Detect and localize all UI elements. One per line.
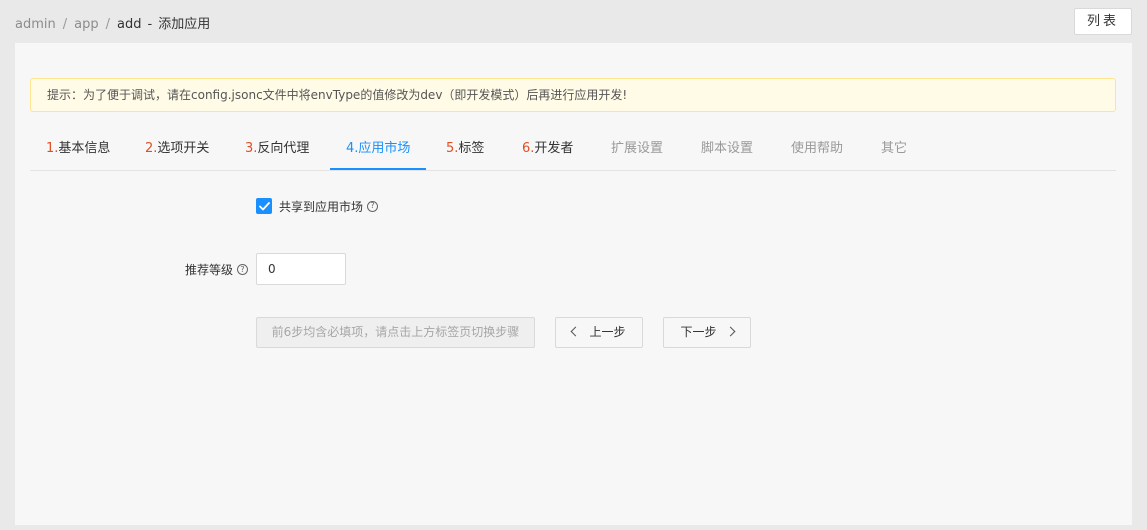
share-to-market-checkbox[interactable] xyxy=(256,198,272,214)
tab-reverse-proxy[interactable]: 3.反向代理 xyxy=(245,129,309,169)
recommend-level-label: 推荐等级 ? xyxy=(163,261,248,278)
tab-basic-info[interactable]: 1.基本信息 xyxy=(46,129,110,169)
question-circle-icon[interactable]: ? xyxy=(237,264,248,275)
main-card: 提示：为了便于调试，请在config.jsonc文件中将envType的值修改为… xyxy=(15,43,1132,525)
tab-script-settings[interactable]: 脚本设置 xyxy=(701,129,753,169)
breadcrumb-separator: / xyxy=(105,17,110,32)
breadcrumb: admin / app / add - 添加应用 xyxy=(15,13,210,32)
tab-extension-settings[interactable]: 扩展设置 xyxy=(611,129,663,169)
tab-tags[interactable]: 5.标签 xyxy=(446,129,484,169)
share-to-market-row: 共享到应用市场 ? xyxy=(256,197,379,215)
tab-usage-help[interactable]: 使用帮助 xyxy=(791,129,843,169)
chevron-right-icon xyxy=(725,326,735,337)
tip-alert: 提示：为了便于调试，请在config.jsonc文件中将envType的值修改为… xyxy=(30,78,1116,112)
top-bar: admin / app / add - 添加应用 列表 xyxy=(0,0,1147,42)
prev-step-button[interactable]: 上一步 xyxy=(555,317,643,348)
check-icon xyxy=(258,201,270,210)
tab-app-market[interactable]: 4.应用市场 xyxy=(329,129,427,170)
tab-other[interactable]: 其它 xyxy=(881,129,907,169)
question-circle-icon[interactable]: ? xyxy=(367,200,379,212)
page-title: 添加应用 xyxy=(158,17,211,32)
next-step-button[interactable]: 下一步 xyxy=(663,317,751,348)
required-steps-hint-button[interactable]: 前6步均含必填项，请点击上方标签页切换步骤 xyxy=(256,317,535,348)
breadcrumb-dash: - xyxy=(147,17,153,32)
chevron-left-icon xyxy=(571,326,581,337)
list-button[interactable]: 列表 xyxy=(1074,8,1132,35)
tab-option-switch[interactable]: 2.选项开关 xyxy=(145,129,209,169)
step-tabs: 1.基本信息 2.选项开关 3.反向代理 4.应用市场 5.标签 6.开发者 扩… xyxy=(30,129,1116,171)
breadcrumb-current: add xyxy=(117,17,142,32)
breadcrumb-root[interactable]: admin xyxy=(15,17,56,32)
share-to-market-label[interactable]: 共享到应用市场 xyxy=(279,198,363,215)
breadcrumb-section[interactable]: app xyxy=(74,17,98,32)
tab-developer[interactable]: 6.开发者 xyxy=(522,129,573,169)
recommend-level-input[interactable] xyxy=(256,253,346,285)
breadcrumb-separator: / xyxy=(62,17,68,32)
